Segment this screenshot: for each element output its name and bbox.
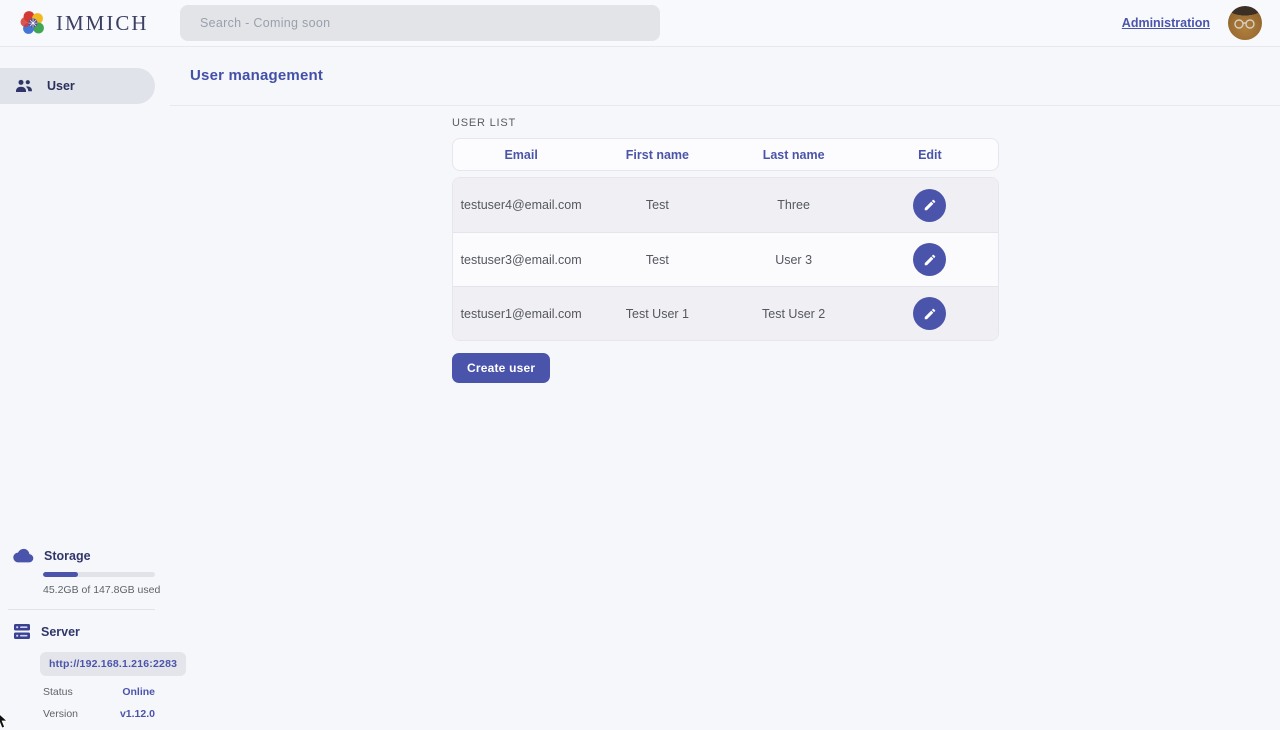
user-table-body: testuser4@email.com Test Three testuser3… <box>452 177 999 341</box>
administration-link[interactable]: Administration <box>1122 16 1210 30</box>
status-label: Status <box>43 686 73 698</box>
user-first-name: Test User 1 <box>589 307 725 321</box>
table-row: testuser1@email.com Test User 1 Test Use… <box>453 286 998 340</box>
user-last-name: User 3 <box>726 253 862 267</box>
pencil-icon <box>923 198 937 212</box>
app-title: IMMICH <box>56 11 149 36</box>
sidebar-item-user-label: User <box>47 79 75 93</box>
admin-sidebar: User Storage 45.2GB of 147.8GB used <box>0 47 170 730</box>
table-row: testuser3@email.com Test User 3 <box>453 232 998 286</box>
user-email: testuser1@email.com <box>453 307 589 321</box>
server-status-row: Status Online <box>43 686 155 698</box>
column-header-email: Email <box>453 148 589 162</box>
users-icon <box>15 79 33 93</box>
cloud-icon <box>13 548 34 563</box>
column-header-first-name: First name <box>589 148 725 162</box>
user-list-label: USER LIST <box>452 117 1280 129</box>
pencil-icon <box>923 253 937 267</box>
create-user-button[interactable]: Create user <box>452 353 550 383</box>
user-first-name: Test <box>589 198 725 212</box>
sidebar-item-user[interactable]: User <box>0 68 155 104</box>
user-avatar[interactable] <box>1228 6 1262 40</box>
table-row: testuser4@email.com Test Three <box>453 178 998 232</box>
app-logo[interactable]: ✳ IMMICH <box>0 8 180 38</box>
sidebar-divider <box>8 609 155 610</box>
status-value: Online <box>122 686 155 698</box>
sidebar-footer: Storage 45.2GB of 147.8GB used Server ht… <box>0 548 170 720</box>
page-header: User management <box>170 47 1280 106</box>
server-section-header: Server <box>0 623 170 640</box>
user-list-section: USER LIST Email First name Last name Edi… <box>170 106 1280 383</box>
mouse-cursor <box>0 711 11 730</box>
column-header-last-name: Last name <box>726 148 862 162</box>
page-title: User management <box>190 67 323 84</box>
storage-usage-text: 45.2GB of 147.8GB used <box>43 584 170 596</box>
storage-progress-bar <box>43 572 155 577</box>
server-icon <box>13 623 31 640</box>
top-navbar: ✳ IMMICH Administration <box>0 0 1280 47</box>
user-email: testuser3@email.com <box>453 253 589 267</box>
storage-progress-fill <box>43 572 78 577</box>
version-value: v1.12.0 <box>120 708 155 720</box>
pencil-icon <box>923 307 937 321</box>
storage-section-header: Storage <box>0 548 170 563</box>
server-version-row: Version v1.12.0 <box>43 708 155 720</box>
user-email: testuser4@email.com <box>453 198 589 212</box>
server-url-badge: http://192.168.1.216:2283 <box>40 652 186 676</box>
column-header-edit: Edit <box>862 148 998 162</box>
search-input[interactable] <box>180 5 660 41</box>
version-label: Version <box>43 708 78 720</box>
navbar-right: Administration <box>1122 6 1280 40</box>
edit-user-button[interactable] <box>913 243 946 276</box>
server-title: Server <box>41 625 80 639</box>
svg-text:✳: ✳ <box>28 16 38 30</box>
user-first-name: Test <box>589 253 725 267</box>
user-last-name: Three <box>726 198 862 212</box>
main-content: User management USER LIST Email First na… <box>170 47 1280 730</box>
edit-user-button[interactable] <box>913 297 946 330</box>
storage-title: Storage <box>44 549 91 563</box>
user-table-header: Email First name Last name Edit <box>452 138 999 171</box>
edit-user-button[interactable] <box>913 189 946 222</box>
user-last-name: Test User 2 <box>726 307 862 321</box>
immich-flower-icon: ✳ <box>18 8 48 38</box>
